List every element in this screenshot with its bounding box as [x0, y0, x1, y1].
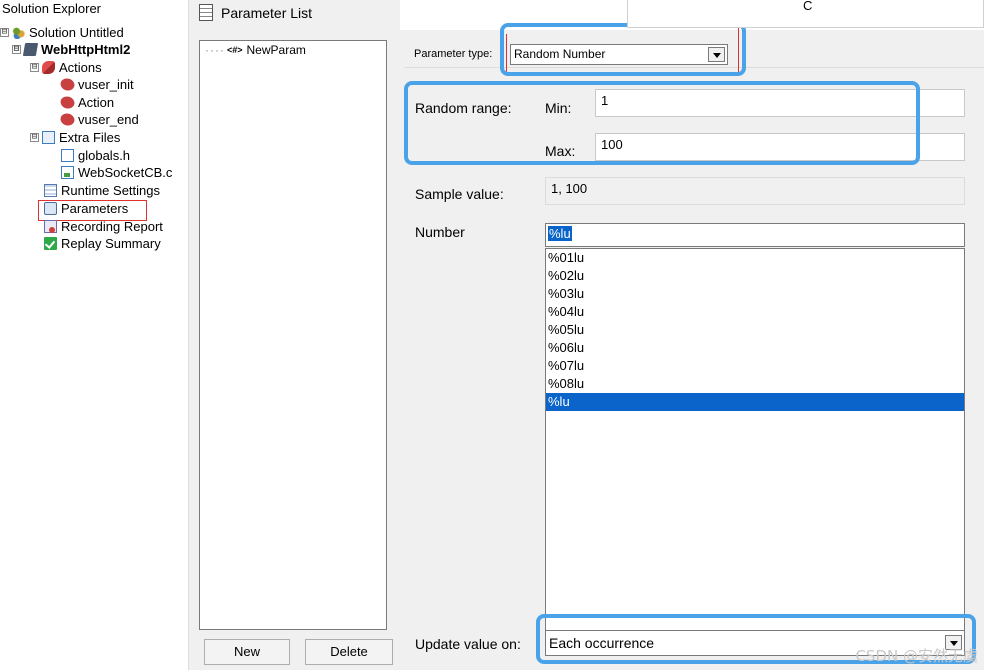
tree-item-vuser-init[interactable]: vuser_init — [58, 75, 134, 94]
tree-item-recording-report[interactable]: Recording Report — [44, 218, 163, 235]
tree-item-solution[interactable]: ⊟ Solution Untitled — [0, 24, 124, 41]
list-item[interactable]: %02lu — [546, 267, 964, 285]
script-icon — [22, 43, 39, 56]
collapse-icon[interactable]: ⊟ — [30, 133, 39, 142]
param-tag-icon: <#> — [226, 45, 243, 55]
solution-icon — [12, 26, 25, 39]
tree-item-label: globals.h — [78, 148, 131, 163]
tree-item-label: Runtime Settings — [61, 183, 160, 198]
action-icon — [58, 93, 77, 112]
actions-icon — [42, 61, 55, 74]
parameter-list-header: Parameter List — [199, 4, 312, 21]
collapse-icon[interactable]: ⊟ — [30, 63, 39, 72]
action-icon — [58, 75, 77, 94]
list-item[interactable]: %08lu — [546, 375, 964, 393]
list-item[interactable]: %03lu — [546, 285, 964, 303]
parameter-properties-pane: Parameter type: Random Number Random ran… — [400, 30, 984, 670]
red-marker-line — [506, 34, 507, 74]
parameter-type-value: Random Number — [514, 47, 606, 61]
min-input[interactable]: 1 — [595, 89, 965, 117]
red-marker-line — [738, 20, 739, 74]
watermark: CSDN @安然无虞 — [855, 647, 978, 665]
parameter-name: NewParam — [246, 43, 306, 57]
sample-value-field: 1, 100 — [545, 177, 965, 205]
new-button[interactable]: New — [204, 639, 290, 665]
tree-item-globals[interactable]: globals.h — [61, 147, 130, 164]
collapse-icon[interactable]: ⊟ — [0, 28, 9, 37]
floating-popup: C — [627, 0, 984, 28]
update-value-value: Each occurrence — [549, 635, 655, 651]
tree-item-label: Action — [78, 95, 115, 110]
parameter-type-dropdown[interactable]: Random Number — [510, 44, 728, 65]
tree-item-script[interactable]: ⊟ WebHttpHtml2 — [12, 41, 130, 58]
list-item[interactable]: %01lu — [546, 249, 964, 267]
list-item[interactable]: %04lu — [546, 303, 964, 321]
parameter-list-title: Parameter List — [221, 4, 313, 21]
random-range-label: Random range: — [415, 100, 512, 116]
tree-item-label: Actions — [59, 60, 102, 75]
delete-button[interactable]: Delete — [305, 639, 393, 665]
tree-item-action[interactable]: Action — [58, 93, 115, 112]
tree-line-icon: ···· — [205, 43, 225, 57]
tree-item-label: Extra Files — [59, 130, 121, 145]
list-item-selected[interactable]: %lu — [546, 393, 964, 411]
solution-explorer-title: Solution Explorer — [2, 1, 101, 16]
file-icon — [61, 149, 74, 162]
list-item[interactable]: %05lu — [546, 321, 964, 339]
tree-item-replay-summary[interactable]: Replay Summary — [44, 235, 161, 252]
parameter-type-label: Parameter type: — [414, 48, 493, 60]
number-label: Number — [415, 224, 465, 240]
list-item[interactable]: %06lu — [546, 339, 964, 357]
number-format-input[interactable]: %lu — [545, 223, 965, 247]
tree-item-actions[interactable]: ⊟ Actions — [30, 59, 102, 76]
list-item[interactable]: %07lu — [546, 357, 964, 375]
report-icon — [44, 220, 57, 233]
action-icon — [58, 110, 77, 129]
tree-item-label: WebHttpHtml2 — [41, 42, 131, 57]
tree-item-websocketcb[interactable]: WebSocketCB.c — [61, 164, 172, 181]
parameter-item[interactable]: ···· <#> NewParam — [205, 43, 306, 57]
c-file-icon — [61, 166, 74, 179]
popup-text: C — [803, 0, 813, 13]
folder-file-icon — [42, 131, 55, 144]
max-label: Max: — [545, 143, 576, 159]
parameter-list-pane: Parameter List ···· <#> NewParam New Del… — [188, 0, 400, 670]
number-format-value: %lu — [548, 226, 572, 241]
tree-item-label: Solution Untitled — [29, 25, 124, 40]
tree-item-extra-files[interactable]: ⊟ Extra Files — [30, 129, 120, 146]
tree-item-vuser-end[interactable]: vuser_end — [58, 110, 139, 129]
min-label: Min: — [545, 100, 572, 116]
solution-explorer: Solution Explorer ⊟ Solution Untitled ⊟ … — [0, 0, 186, 670]
tree-item-label: vuser_init — [78, 77, 134, 92]
number-format-list[interactable]: %01lu %02lu %03lu %04lu %05lu %06lu %07l… — [545, 248, 965, 648]
chevron-down-icon[interactable] — [708, 47, 725, 62]
tree-item-label: WebSocketCB.c — [78, 165, 173, 180]
tree-item-label: Replay Summary — [61, 236, 161, 251]
checkmark-icon — [44, 237, 57, 250]
tree-item-label: vuser_end — [78, 112, 139, 127]
sample-value-label: Sample value: — [415, 186, 504, 202]
tree-item-runtime-settings[interactable]: Runtime Settings — [44, 182, 160, 199]
runtime-settings-icon — [44, 184, 57, 197]
collapse-icon[interactable]: ⊟ — [12, 45, 21, 54]
max-input[interactable]: 100 — [595, 133, 965, 161]
update-value-label: Update value on: — [415, 636, 521, 652]
parameter-listbox[interactable]: ···· <#> NewParam — [199, 40, 387, 630]
document-icon — [199, 4, 213, 21]
tree-item-label: Recording Report — [61, 219, 163, 234]
